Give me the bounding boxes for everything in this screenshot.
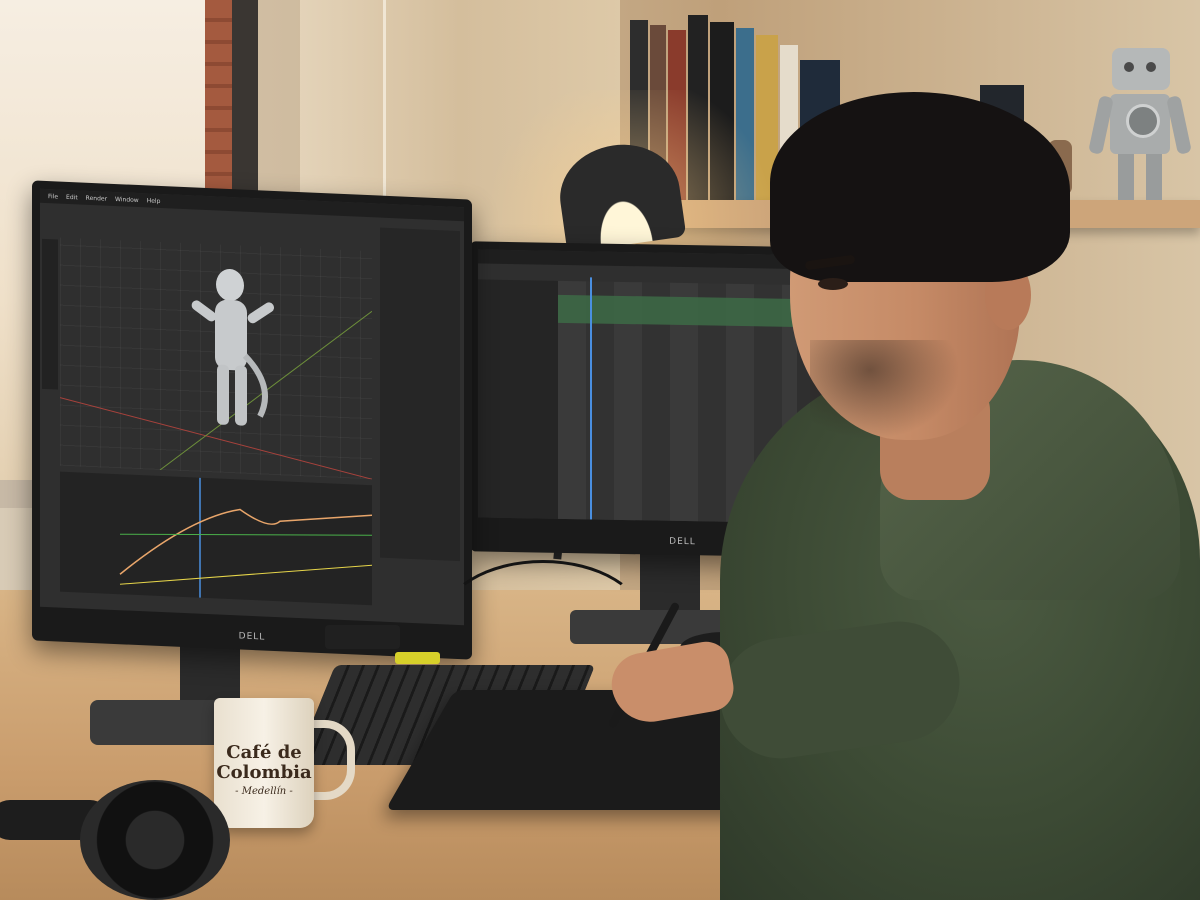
menu-item[interactable]: File xyxy=(48,193,58,200)
usb-connector xyxy=(395,652,440,664)
mug-text: Colombia xyxy=(216,762,312,783)
tool-column xyxy=(42,238,58,390)
left-screen: File Edit Render Window Help xyxy=(40,188,464,626)
scene: DELL File Edit Render Window Help DELL C… xyxy=(0,0,1200,900)
charger xyxy=(325,625,400,649)
mug-text: - Medellín - xyxy=(235,786,293,797)
keyframe-band xyxy=(558,294,797,327)
robot-eye xyxy=(1124,62,1134,72)
3d-viewport xyxy=(59,237,373,480)
brick-wall xyxy=(205,0,232,200)
left-monitor: File Edit Render Window Help DELL xyxy=(32,180,472,660)
eye xyxy=(818,278,848,290)
robot-eye xyxy=(1146,62,1156,72)
menu-item[interactable]: Edit xyxy=(66,193,78,201)
character-model xyxy=(59,269,373,480)
beard xyxy=(810,340,960,440)
robot-core xyxy=(1126,104,1160,138)
headphones xyxy=(80,780,230,900)
robot-leg xyxy=(1118,154,1134,200)
playhead xyxy=(590,277,592,525)
graph-editor xyxy=(60,471,373,606)
menu-item[interactable]: Help xyxy=(147,197,161,205)
menu-item[interactable]: Window xyxy=(115,196,139,204)
menu-item[interactable]: Render xyxy=(86,194,107,202)
coffee-mug: Café de Colombia - Medellín - xyxy=(214,698,314,828)
robot-leg xyxy=(1146,154,1162,200)
robot-head xyxy=(1112,48,1170,90)
animation-curves xyxy=(119,477,373,598)
outliner-panel xyxy=(380,227,460,562)
curtain-cord xyxy=(383,0,386,200)
mug-text: Café de xyxy=(226,742,302,763)
channel-list xyxy=(478,279,558,521)
